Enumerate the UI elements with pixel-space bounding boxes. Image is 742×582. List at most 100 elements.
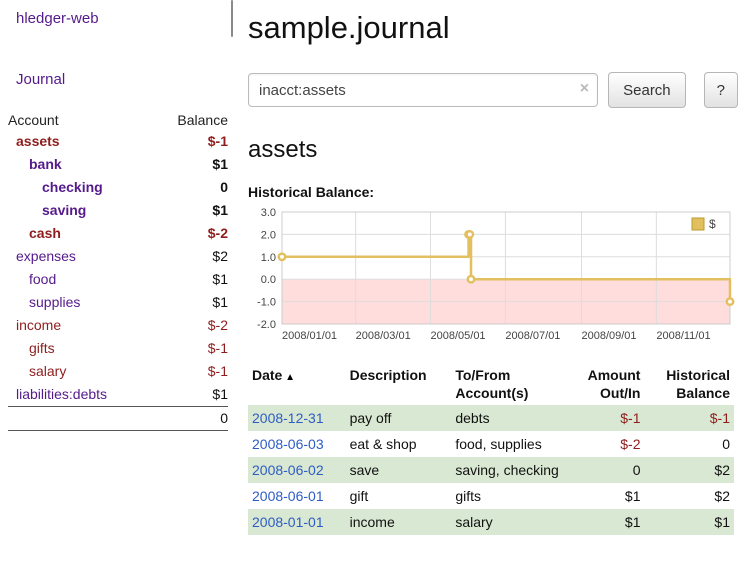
search-input[interactable] [248,73,598,107]
transaction-date-link[interactable]: 2008-12-31 [252,410,324,426]
account-link[interactable]: liabilities:debts [16,385,107,404]
help-button[interactable]: ? [704,72,738,108]
account-row: supplies $1 [8,291,228,314]
transaction-amount: 0 [565,457,644,483]
main-content: sample.journal × Search ? assets Histori… [248,0,738,535]
transaction-description: save [346,457,452,483]
account-row: liabilities:debts$1 [8,383,228,407]
transaction-accounts: salary [451,509,565,535]
account-link[interactable]: cash [29,224,61,243]
transaction-balance: $2 [644,457,734,483]
svg-text:-1.0: -1.0 [257,297,276,309]
account-link[interactable]: salary [29,362,66,381]
clear-search-icon[interactable]: × [580,80,589,98]
account-balance: $1 [154,153,228,176]
svg-text:2008/03/01: 2008/03/01 [356,330,411,342]
svg-text:2008/09/01: 2008/09/01 [581,330,636,342]
account-row: food $1 [8,268,228,291]
transaction-amount: $1 [565,509,644,535]
search-button[interactable]: Search [608,72,686,108]
transaction-date-link[interactable]: 2008-06-02 [252,462,324,478]
register-row[interactable]: 2008-01-01incomesalary$1$1 [248,509,734,535]
svg-text:2.0: 2.0 [261,229,276,241]
transaction-date-link[interactable]: 2008-06-01 [252,488,324,504]
account-row: expenses$2 [8,245,228,268]
search-box: × [248,73,598,107]
transaction-date-cell: 2008-06-03 [248,431,346,457]
transaction-description: eat & shop [346,431,452,457]
account-balance: $-1 [154,337,228,360]
account-balance: $-2 [154,314,228,337]
transaction-date-link[interactable]: 2008-01-01 [252,514,324,530]
account-link[interactable]: supplies [29,293,80,312]
sidebar: hledger-web Journal Account Balance asse… [0,0,236,431]
sidebar-scrollbar[interactable] [231,0,233,37]
account-balance: $-1 [154,130,228,153]
transaction-amount: $-1 [565,405,644,431]
register-header-date[interactable]: Date ▲ [248,363,346,405]
account-row: salary $-1 [8,360,228,383]
register-row[interactable]: 2008-12-31pay offdebts$-1$-1 [248,405,734,431]
transaction-description: gift [346,483,452,509]
account-link[interactable]: bank [29,155,62,174]
accounts-total-spacer [8,407,154,431]
account-row: bank $1 [8,153,228,176]
account-link[interactable]: income [16,316,61,335]
app-title-link[interactable]: hledger-web [16,10,236,27]
account-row: cash $-2 [8,222,228,245]
account-balance: $1 [154,199,228,222]
account-row: assets $-1 [8,130,228,153]
register-row[interactable]: 2008-06-02savesaving, checking0$2 [248,457,734,483]
sort-ascending-icon: ▲ [282,372,295,383]
transaction-balance: 0 [644,431,734,457]
account-link[interactable]: assets [16,132,60,151]
account-link[interactable]: saving [42,201,86,220]
svg-text:1.0: 1.0 [261,252,276,264]
account-balance: $1 [154,268,228,291]
balance-chart-svg: $3.02.01.00.0-1.0-2.02008/01/012008/03/0… [248,206,736,346]
svg-text:-2.0: -2.0 [257,319,276,331]
journal-link[interactable]: Journal [16,71,236,88]
account-link[interactable]: expenses [16,247,76,266]
register-header-description[interactable]: Description [346,363,452,405]
svg-text:2008/01/01: 2008/01/01 [282,330,337,342]
svg-text:$: $ [709,217,716,231]
accounts-total-balance: 0 [154,407,228,431]
svg-text:2008/11/01: 2008/11/01 [656,330,710,342]
account-heading: assets [248,136,738,164]
register-header-amount[interactable]: Amount Out/In [565,363,644,405]
transaction-date-cell: 2008-01-01 [248,509,346,535]
accounts-header-account: Account [8,110,154,130]
register-row[interactable]: 2008-06-03eat & shopfood, supplies$-20 [248,431,734,457]
account-link[interactable]: checking [42,178,103,197]
accounts-table: Account Balance assets $-1 bank $1 checking 0… [8,110,228,431]
svg-text:0.0: 0.0 [261,274,276,286]
svg-text:2008/05/01: 2008/05/01 [431,330,486,342]
register-row[interactable]: 2008-06-01giftgifts$1$2 [248,483,734,509]
account-row: checking 0 [8,176,228,199]
transaction-date-cell: 2008-06-02 [248,457,346,483]
accounts-header-balance: Balance [154,110,228,130]
accounts-header-row: Account Balance [8,110,228,130]
transaction-balance: $2 [644,483,734,509]
transaction-date-cell: 2008-12-31 [248,405,346,431]
transaction-accounts: debts [451,405,565,431]
transaction-date-link[interactable]: 2008-06-03 [252,436,324,452]
account-balance: $1 [154,291,228,314]
account-link[interactable]: gifts [29,339,55,358]
transaction-description: pay off [346,405,452,431]
account-link[interactable]: food [29,270,56,289]
account-balance: $-1 [154,360,228,383]
transaction-balance: $-1 [644,405,734,431]
account-balance: $-2 [154,222,228,245]
register-header-accounts[interactable]: To/From Account(s) [451,363,565,405]
transaction-description: income [346,509,452,535]
account-row: income $-2 [8,314,228,337]
transaction-accounts: gifts [451,483,565,509]
account-balance: 0 [154,176,228,199]
register-header-row: Date ▲DescriptionTo/From Account(s)Amoun… [248,363,734,405]
search-bar: × Search ? [248,72,738,108]
account-row: saving $1 [8,199,228,222]
transaction-accounts: food, supplies [451,431,565,457]
register-header-balance[interactable]: Historical Balance [644,363,734,405]
